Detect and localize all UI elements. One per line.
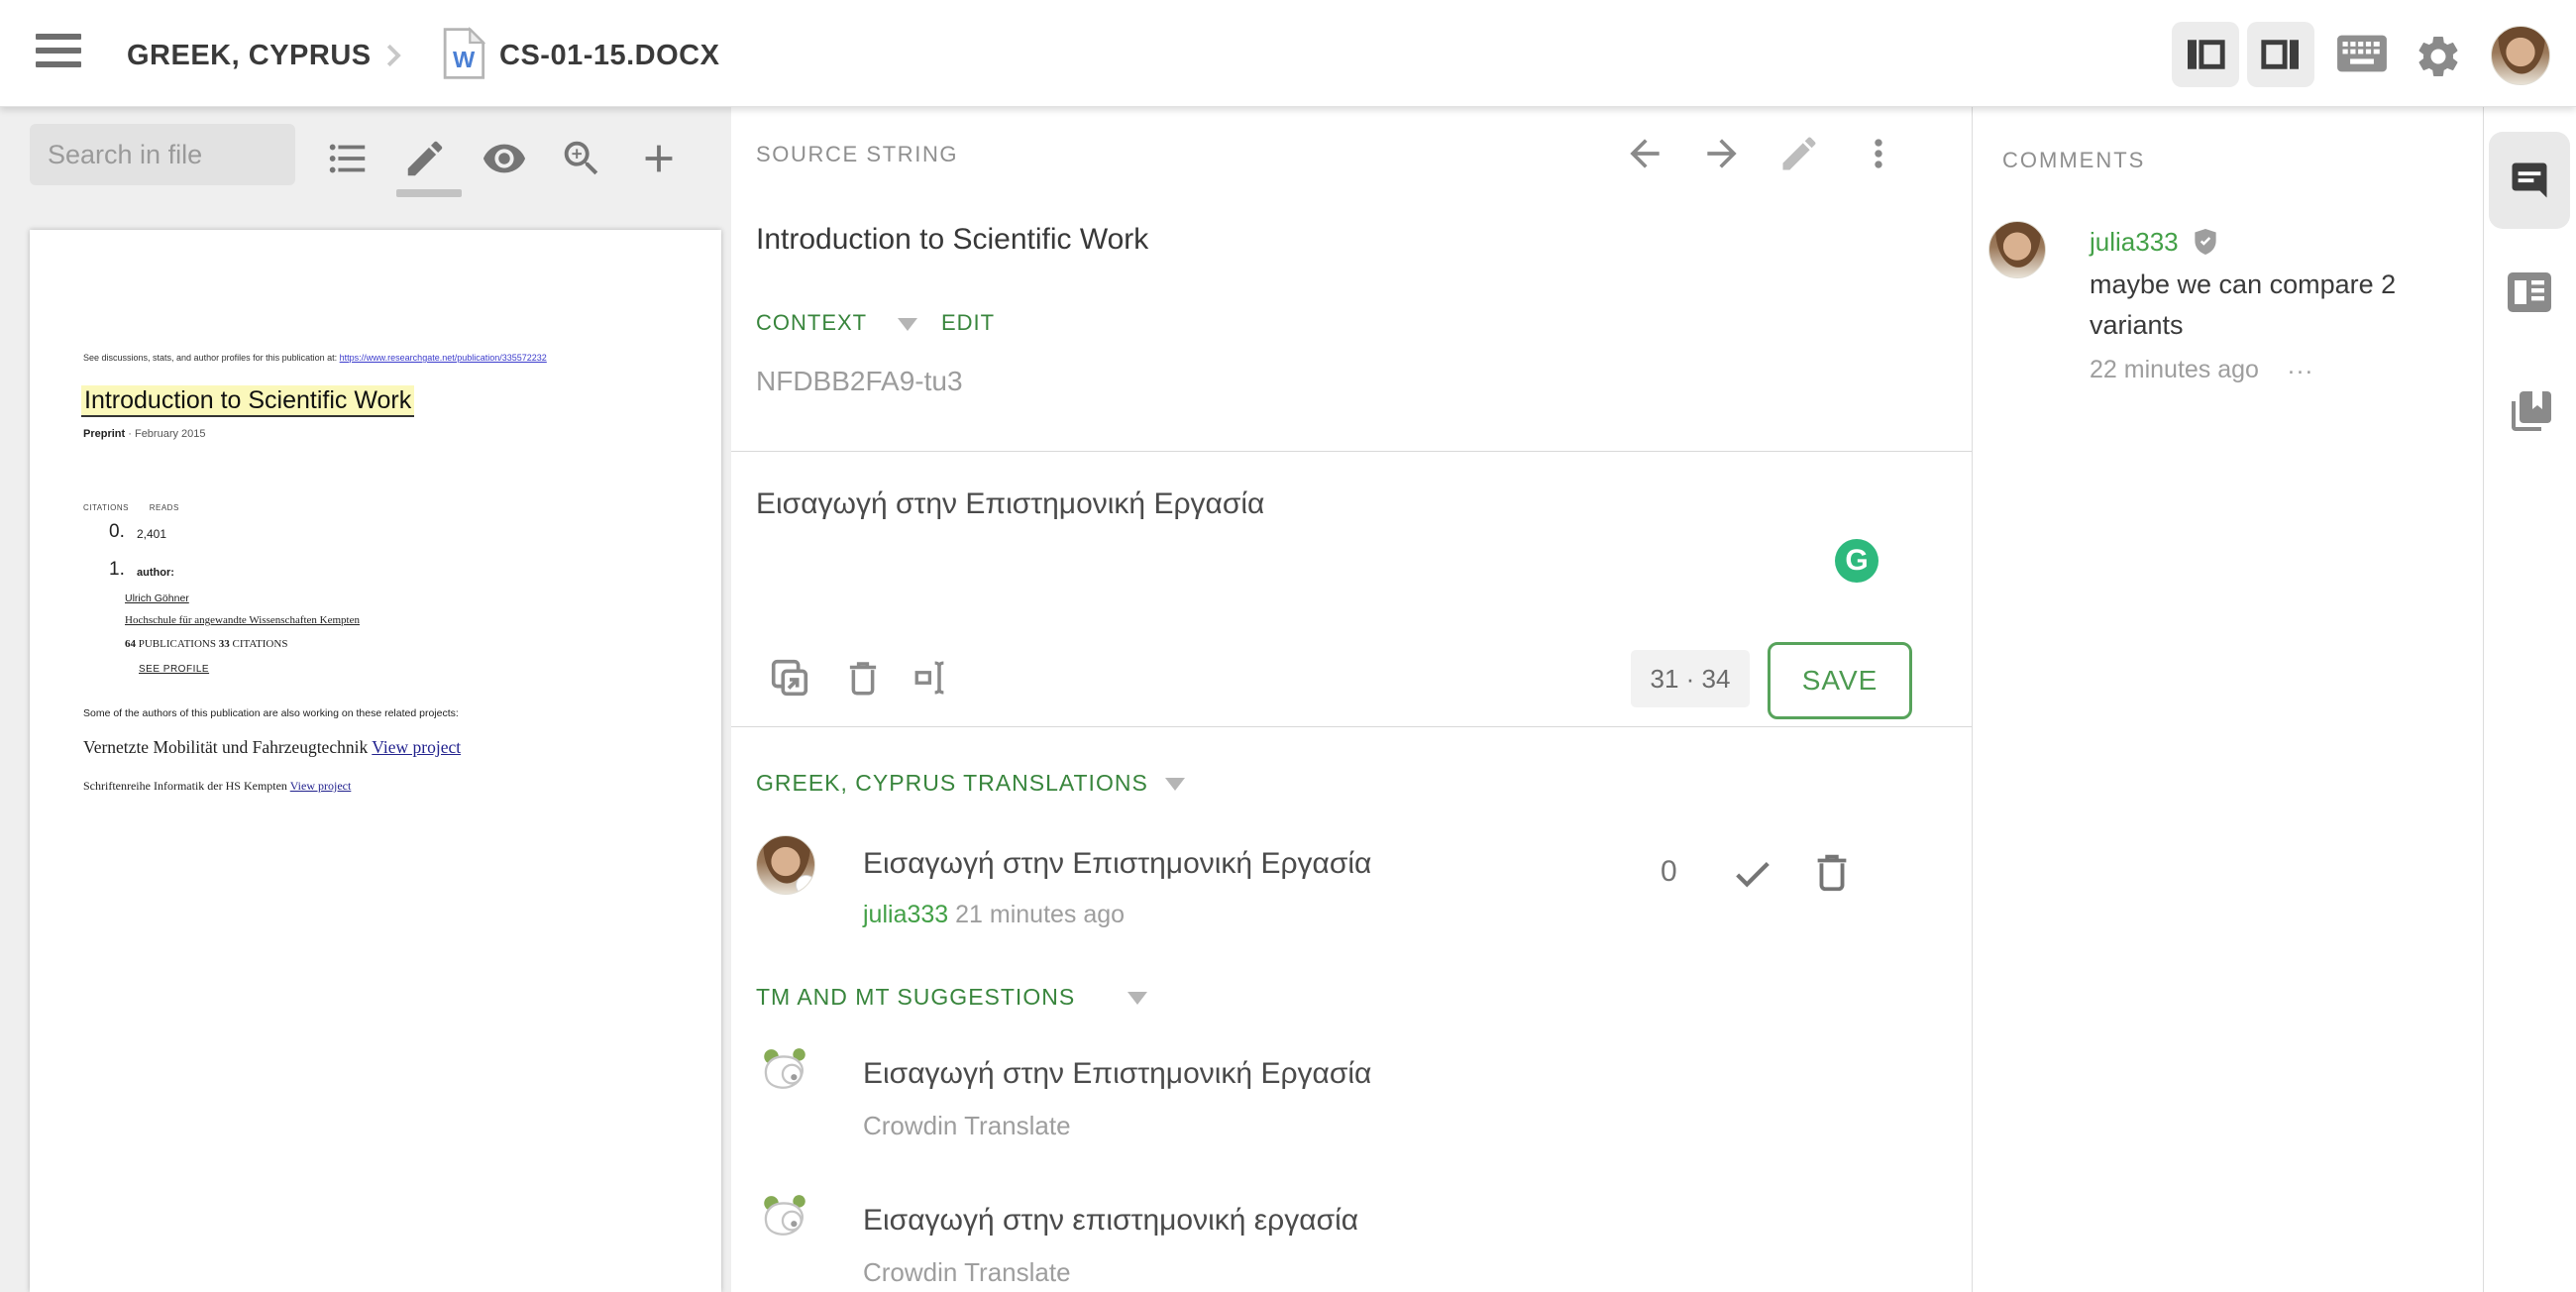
sidebar-rail (2483, 106, 2576, 1292)
user-avatar[interactable] (2491, 26, 2550, 85)
breadcrumb-chevron-icon (386, 44, 401, 67)
suggestions-chevron-down-icon[interactable] (1127, 992, 1147, 1005)
svg-text:W: W (453, 47, 476, 72)
strings-list-icon[interactable] (325, 136, 371, 181)
breadcrumb-file[interactable]: CS-01-15.DOCX (499, 40, 719, 72)
word-doc-icon: W (443, 26, 485, 79)
doc-preprint-label: Preprint (83, 428, 126, 440)
suggestion-text[interactable]: Εισαγωγή στην επιστημονική εργασία (863, 1204, 1358, 1238)
edit-source-pencil-icon[interactable] (1777, 132, 1821, 175)
top-bar: GREEK, CYPRUS W CS-01-15.DOCX (0, 0, 2576, 107)
char-counter: 31 · 34 (1631, 650, 1750, 707)
source-string-text: Introduction to Scientific Work (756, 223, 1149, 256)
comment-time: 22 minutes ago (2090, 356, 2259, 383)
comments-header: COMMENTS (2002, 148, 2146, 172)
menu-icon[interactable] (36, 34, 81, 71)
doc-title: Introduction to Scientific Work (81, 385, 415, 417)
doc-preprint-date: · February 2015 (128, 428, 206, 440)
context-toggle[interactable]: CONTEXT (756, 310, 867, 336)
approve-check-icon[interactable] (1730, 851, 1775, 897)
tab-context[interactable] (2506, 270, 2553, 314)
doc-author-affiliation[interactable]: Hochschule für angewandte Wissenschaften… (125, 614, 360, 626)
comment-text: maybe we can compare 2 variants (2090, 269, 2397, 340)
doc-project1-link[interactable]: View project (372, 737, 461, 757)
doc-publications-label: PUBLICATIONS (138, 638, 216, 650)
doc-publications-count: 64 (125, 638, 136, 650)
source-string-header: SOURCE STRING (756, 142, 959, 166)
save-button[interactable]: SAVE (1768, 642, 1912, 719)
comment-more-button[interactable]: ... (2288, 352, 2314, 380)
crowdin-panda-icon (764, 1048, 805, 1089)
select-text-icon[interactable] (912, 657, 953, 699)
translation-input[interactable]: Εισαγωγή στην Επιστημονική Εργασία (756, 487, 1264, 521)
file-preview-panel: See discussions, stats, and author profi… (0, 106, 731, 1292)
comment-author-avatar[interactable] (1988, 221, 2046, 278)
settings-gear-icon[interactable] (2414, 32, 2463, 81)
breadcrumb-project[interactable]: GREEK, CYPRUS (127, 40, 372, 72)
context-tab-icon (2508, 272, 2551, 312)
doc-project2-link[interactable]: View project (290, 779, 352, 793)
doc-citations-label: CITATIONS (83, 503, 129, 512)
doc-citations-label2: CITATIONS (232, 638, 288, 650)
search-input[interactable] (30, 124, 295, 185)
translation-rating: 0 (1661, 855, 1677, 888)
translations-section-header[interactable]: GREEK, CYPRUS TRANSLATIONS (756, 770, 1148, 797)
comments-tab-icon (2512, 162, 2547, 198)
crowdin-panda-icon (764, 1195, 805, 1236)
doc-related-note: Some of the authors of this publication … (83, 707, 459, 719)
doc-header-text: See discussions, stats, and author profi… (83, 353, 338, 363)
suggestion-provider: Crowdin Translate (863, 1111, 1071, 1140)
context-edit-button[interactable]: EDIT (941, 310, 995, 336)
doc-project1-title: Vernetzte Mobilität und Fahrzeugtechnik (83, 737, 369, 757)
doc-author-index: 1. (109, 559, 125, 580)
doc-header-link[interactable]: https://www.researchgate.net/publication… (340, 353, 547, 363)
preview-eye-icon[interactable] (482, 136, 527, 181)
translation-time: 21 minutes ago (955, 901, 1126, 928)
tab-comments[interactable] (2489, 132, 2570, 229)
editor-panel: SOURCE STRING Introduction to Scientific… (731, 106, 1973, 1292)
add-plus-icon[interactable] (636, 136, 682, 181)
copy-source-icon[interactable] (767, 655, 812, 700)
comment-author[interactable]: julia333 (2090, 227, 2179, 257)
delete-suggestion-icon[interactable] (1809, 849, 1855, 895)
suggestion-text[interactable]: Εισαγωγή στην Επιστημονική Εργασία (863, 1057, 1371, 1091)
translation-author[interactable]: julia333 (863, 901, 948, 928)
tab-glossary[interactable] (2506, 387, 2553, 435)
doc-citations-count: 33 (218, 638, 230, 650)
delete-translation-icon[interactable] (842, 657, 884, 699)
translation-text[interactable]: Εισαγωγή στην Επιστημονική Εργασία (863, 847, 1371, 881)
comfortable-mode-button[interactable] (2247, 22, 2314, 87)
doc-author-label: author: (137, 567, 174, 579)
next-string-icon[interactable] (1700, 132, 1744, 175)
grammarly-icon[interactable]: G (1835, 539, 1878, 583)
doc-reads-label: READS (149, 503, 179, 512)
zoom-in-icon[interactable] (559, 136, 604, 181)
context-value: NFDBB2FA9-tu3 (756, 366, 963, 396)
glossary-tab-icon (2512, 391, 2551, 431)
translations-chevron-down-icon[interactable] (1165, 778, 1185, 791)
suggestion-provider: Crowdin Translate (863, 1257, 1071, 1287)
comments-panel: COMMENTS julia333 maybe we can compare 2… (1972, 106, 2484, 1292)
verified-shield-icon (2195, 229, 2216, 255)
more-kebab-icon[interactable] (1857, 132, 1900, 175)
suggestions-section-header[interactable]: TM AND MT SUGGESTIONS (756, 984, 1075, 1011)
side-by-side-mode-button[interactable] (2172, 22, 2239, 87)
doc-author-name-link[interactable]: Ulrich Göhner (125, 592, 189, 604)
doc-see-profile-link[interactable]: SEE PROFILE (139, 664, 209, 675)
doc-project2-title: Schriftenreihe Informatik der HS Kempten (83, 779, 287, 793)
keyboard-icon[interactable] (2336, 34, 2388, 73)
layout-right-icon (2261, 40, 2299, 69)
active-tool-underline (396, 189, 462, 197)
document-preview[interactable]: See discussions, stats, and author profi… (30, 230, 721, 1292)
context-chevron-down-icon[interactable] (898, 318, 917, 331)
doc-reads-value: 2,401 (137, 527, 167, 541)
translation-author-avatar[interactable] (756, 835, 815, 895)
doc-citations-value: 0. (109, 521, 125, 542)
layout-left-icon (2188, 40, 2225, 69)
prev-string-icon[interactable] (1623, 132, 1666, 175)
avatar-badge (796, 875, 814, 894)
edit-pencil-icon[interactable] (402, 136, 448, 181)
